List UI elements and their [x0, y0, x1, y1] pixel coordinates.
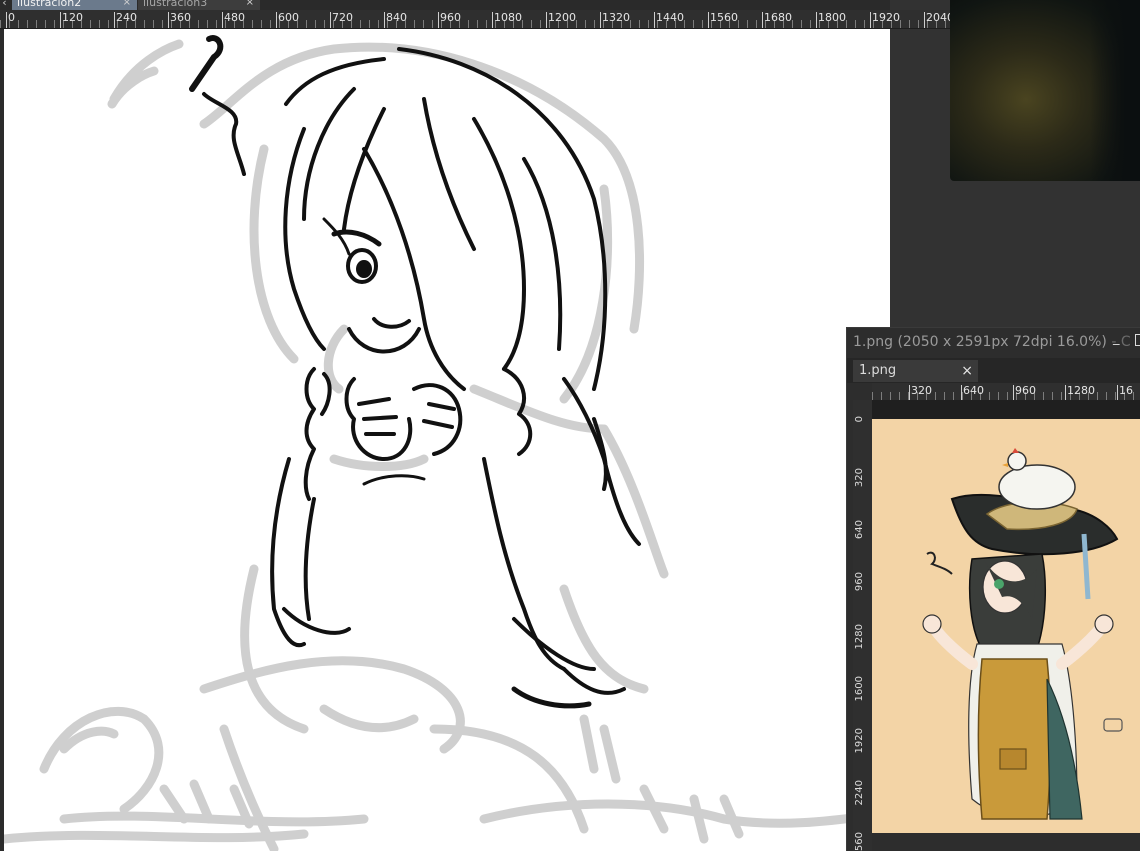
chevron-left-icon[interactable]: ‹: [0, 0, 9, 10]
ruler-label: 1080: [494, 11, 522, 24]
document-tab-strip: ‹ ilustración2 × ilustración3 ×: [0, 0, 890, 10]
reference-canvas-margin: [872, 400, 1140, 419]
reference-vertical-ruler[interactable]: 0 320 640 960 1280 1600 1920 2240 560: [853, 400, 872, 851]
tab-ilustracion2[interactable]: ilustración2 ×: [12, 0, 137, 10]
photo-shadow: [1090, 0, 1140, 181]
ruler-label: 480: [224, 11, 245, 24]
ruler-label: 240: [116, 11, 137, 24]
ruler-ticks: [0, 20, 950, 28]
minimize-icon[interactable]: _: [1113, 332, 1125, 346]
photo-reference-panel[interactable]: [950, 0, 1140, 181]
ruler-label: 960: [1015, 384, 1036, 397]
horizontal-ruler[interactable]: 0 120 240 360 480 600 720 840 960 1080 1200 1320 144…: [0, 10, 950, 29]
reference-artwork: [922, 448, 1123, 820]
ruler-label: 960: [440, 11, 461, 24]
ruler-label: 1800: [818, 11, 846, 24]
close-icon[interactable]: ×: [123, 0, 131, 10]
paint-app-window: ‹ ilustración2 × ilustración3 × 0 120 240 3…: [0, 0, 1140, 851]
ruler-label: 0: [8, 11, 15, 24]
ruler-label: 120: [62, 11, 83, 24]
tab-label: 1.png: [859, 363, 897, 378]
ruler-label: 2240: [854, 780, 865, 806]
ruler-label: 1600: [854, 676, 865, 702]
ruler-label: 1320: [602, 11, 630, 24]
tab-1-png[interactable]: 1.png ×: [853, 360, 978, 382]
ruler-label: 840: [386, 11, 407, 24]
ruler-label: 600: [278, 11, 299, 24]
ruler-label: 2040: [926, 11, 950, 24]
ruler-label: 1280: [854, 624, 865, 650]
ruler-label: 1200: [548, 11, 576, 24]
ruler-label: 0: [854, 416, 865, 423]
ruler-label: 640: [854, 520, 865, 540]
ruler-label: 960: [854, 572, 865, 592]
reference-illustration: [872, 419, 1140, 833]
ruler-label: 360: [170, 11, 191, 24]
reference-horizontal-ruler[interactable]: 320 640 960 1280 16: [872, 383, 1140, 400]
close-icon[interactable]: ×: [961, 360, 973, 382]
tab-label: ilustración3: [143, 0, 208, 9]
ruler-label: 1920: [854, 728, 865, 754]
ruler-label: 1680: [764, 11, 792, 24]
reference-tab-strip: 1.png ×: [847, 358, 1140, 383]
ruler-label: 1440: [656, 11, 684, 24]
ruler-label: 1560: [710, 11, 738, 24]
lineart-drawing: [4, 35, 889, 851]
ruler-label: 1920: [872, 11, 900, 24]
tab-ilustracion3[interactable]: ilustración3 ×: [138, 0, 260, 10]
window-title-text: 1.png (2050 x 2591px 72dpi 16.0%): [853, 334, 1107, 350]
tab-label: ilustración2: [17, 0, 82, 9]
ruler-label: 320: [911, 384, 932, 397]
ruler-label: 640: [963, 384, 984, 397]
ruler-label: 720: [332, 11, 353, 24]
sketch-layer: [4, 39, 889, 851]
drawing-canvas[interactable]: [4, 29, 890, 851]
reference-image-window[interactable]: 1.png (2050 x 2591px 72dpi 16.0%) - C _ …: [846, 327, 1140, 851]
ruler-label: 320: [854, 468, 865, 488]
window-title[interactable]: 1.png (2050 x 2591px 72dpi 16.0%) - C: [853, 334, 1131, 350]
maximize-icon[interactable]: [1135, 334, 1140, 346]
ruler-label: 560: [854, 832, 865, 851]
ruler-label: 16: [1119, 384, 1133, 397]
ruler-label: 1280: [1067, 384, 1095, 397]
close-icon[interactable]: ×: [246, 0, 254, 10]
